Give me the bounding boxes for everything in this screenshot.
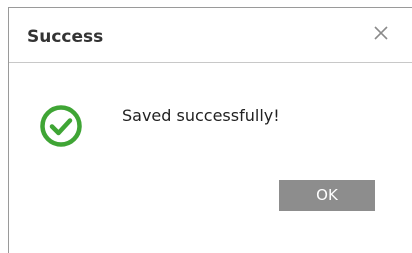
close-icon[interactable] <box>370 22 392 44</box>
ok-button[interactable]: OK <box>279 180 375 211</box>
success-dialog: Success Saved successfully! OK <box>8 7 412 253</box>
dialog-titlebar: Success <box>9 8 412 63</box>
check-circle-icon <box>39 104 83 148</box>
dialog-message: Saved successfully! <box>122 106 280 125</box>
dialog-title: Success <box>27 27 104 47</box>
